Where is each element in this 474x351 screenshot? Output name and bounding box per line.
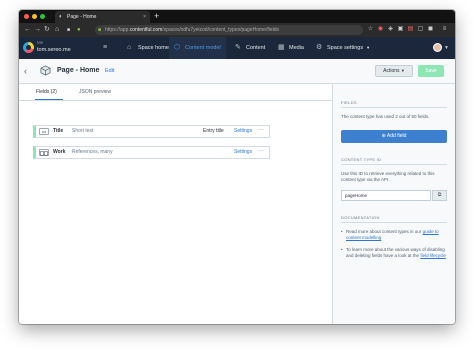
avatar-chevron-down-icon[interactable]: ▼: [444, 37, 449, 59]
divider: [341, 222, 447, 223]
home-browser-icon[interactable]: ⌂: [55, 23, 59, 37]
nav-space-settings[interactable]: ⚙ Space settings ▼: [312, 37, 374, 59]
field-name: Work: [53, 149, 66, 155]
more-options-icon[interactable]: ···: [258, 146, 264, 157]
back-chevron-icon[interactable]: ‹: [24, 59, 27, 83]
page-title: Page - Home: [57, 67, 100, 74]
content-type-icon: [40, 65, 51, 76]
browser-window: ◐ Page - Home × + ← → ↻ ⌂ ■ ● ■ https://…: [19, 10, 455, 324]
contentful-favicon-icon: ◐: [59, 14, 63, 20]
field-lifecycle-link[interactable]: field lifecycle: [420, 253, 446, 258]
browser-toolbar: ← → ↻ ⌂ ■ ● ■ https://app.contentful.com…: [19, 23, 455, 37]
field-settings-link[interactable]: Settings: [234, 126, 252, 137]
browser-tab-strip: ◐ Page - Home × +: [19, 10, 455, 23]
chevron-down-icon: ▼: [400, 68, 405, 73]
fields-usage-text: The content type has used 2 out of 50 fi…: [341, 114, 430, 119]
forward-arrow-icon[interactable]: →: [34, 23, 41, 37]
field-row[interactable]: Work References, many Settings ···: [33, 146, 270, 159]
documentation-heading: DOCUMENTATION: [341, 215, 380, 220]
content-type-id-text: Use this ID to retrieve everything relat…: [341, 171, 435, 182]
more-options-icon[interactable]: ···: [258, 125, 264, 136]
star-icon[interactable]: ☆: [367, 26, 374, 33]
main-content: Fields (2) JSON preview Aa Title Short t…: [19, 84, 332, 324]
divider: [341, 164, 447, 165]
gear-icon: ⚙: [316, 44, 323, 51]
edit-title-link[interactable]: Edit: [105, 59, 114, 83]
shield-icon[interactable]: ●: [77, 23, 81, 37]
org-label: Me: [37, 40, 44, 45]
nav-content-model[interactable]: ⬡ Content model: [169, 37, 226, 59]
page-header: ‹ Page - Home Edit Actions ▼ Save: [19, 59, 455, 84]
new-tab-button[interactable]: +: [154, 10, 159, 22]
save-button[interactable]: Save: [418, 65, 444, 77]
media-icon: ▦: [278, 44, 285, 51]
avatar[interactable]: [433, 43, 442, 52]
field-type: Short text: [72, 128, 94, 134]
content-icon: ✎: [235, 44, 241, 51]
tab-json-preview[interactable]: JSON preview: [79, 84, 111, 100]
content-model-icon: ⬡: [174, 44, 181, 51]
space-name[interactable]: tom.sereo.me: [37, 47, 71, 53]
bullet-icon: •: [341, 247, 343, 252]
browser-menu-icon[interactable]: ≡: [441, 26, 448, 33]
lock-icon: ■: [98, 27, 102, 33]
short-text-field-icon: Aa: [39, 128, 49, 135]
extension-shield-icon[interactable]: ◈: [387, 26, 394, 33]
extension-box-icon[interactable]: ▢: [417, 26, 424, 33]
browser-tab[interactable]: ◐ Page - Home ×: [55, 11, 150, 23]
extension-gray-icon[interactable]: ▣: [397, 26, 404, 33]
copy-icon[interactable]: ⧉: [432, 190, 447, 201]
bullet-icon: •: [341, 229, 343, 234]
minimize-window-icon[interactable]: [32, 14, 37, 19]
address-bar[interactable]: ■ https://app.contentful.com/spaces/sdfu…: [95, 25, 363, 35]
field-name: Title: [53, 128, 64, 134]
maximize-window-icon[interactable]: [40, 14, 45, 19]
account-badge-icon[interactable]: ■: [67, 23, 70, 37]
field-type: References, many: [72, 149, 113, 155]
tab-fields[interactable]: Fields (2): [35, 84, 63, 100]
entry-title-badge: Entry title: [203, 128, 224, 134]
reference-field-icon: [39, 149, 49, 156]
close-tab-icon[interactable]: ×: [143, 11, 146, 23]
content-type-id-heading: CONTENT TYPE ID: [341, 157, 382, 162]
reload-icon[interactable]: ↻: [44, 23, 50, 37]
chevron-down-icon: ▼: [366, 45, 371, 50]
actions-button[interactable]: Actions ▼: [375, 65, 413, 77]
extension-pdf-icon[interactable]: ▤: [407, 26, 414, 33]
extension-red-icon[interactable]: ◉: [377, 26, 384, 33]
back-arrow-icon[interactable]: ←: [24, 23, 31, 37]
contentful-logo-icon[interactable]: [23, 42, 34, 53]
home-icon: ⌂: [127, 44, 132, 51]
divider: [341, 107, 447, 108]
nav-space-home[interactable]: ⌂ Space home: [123, 37, 173, 59]
fields-heading: FIELDS: [341, 100, 357, 105]
plus-circle-icon: ⊕: [381, 133, 386, 139]
extension-dark-icon[interactable]: ◼: [427, 26, 434, 33]
hamburger-menu-icon[interactable]: ≡: [103, 37, 107, 59]
contentful-top-nav: Me tom.sereo.me ≡ ⌂ Space home ⬡ Content m…: [19, 37, 455, 59]
url-text: https://app.contentful.com/spaces/sdfu7y…: [105, 27, 280, 33]
add-field-button[interactable]: ⊕ Add field: [341, 130, 447, 143]
content-type-id-field[interactable]: pageHome: [341, 190, 431, 201]
browser-tab-title: Page - Home: [67, 14, 97, 20]
nav-content[interactable]: ✎ Content: [231, 37, 269, 59]
field-settings-link[interactable]: Settings: [234, 147, 252, 158]
nav-media[interactable]: ▦ Media: [274, 37, 308, 59]
close-window-icon[interactable]: [24, 14, 29, 19]
content-tabs: Fields (2) JSON preview: [19, 84, 332, 101]
right-sidebar: FIELDS The content type has used 2 out o…: [332, 84, 455, 324]
field-row[interactable]: Aa Title Short text Entry title Settings…: [33, 125, 270, 138]
